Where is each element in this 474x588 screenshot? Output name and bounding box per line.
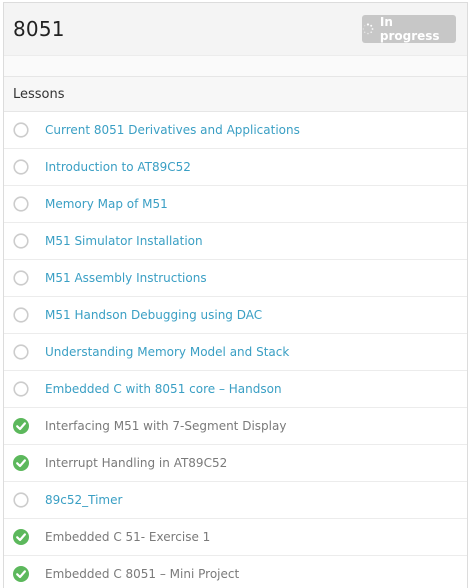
lesson-item[interactable]: Interfacing M51 with 7-Segment Display [4,408,467,445]
header-spacer [4,55,467,76]
lesson-title-link[interactable]: Introduction to AT89C52 [45,160,191,174]
lesson-title-link[interactable]: M51 Handson Debugging using DAC [45,308,262,322]
in-progress-label: In progress [379,15,440,43]
lesson-item[interactable]: Embedded C 51- Exercise 1 [4,519,467,556]
in-progress-button[interactable]: In progress [362,15,456,43]
lesson-item[interactable]: Introduction to AT89C52 [4,149,467,186]
lessons-section-header: Lessons [4,76,467,112]
lesson-item[interactable]: Current 8051 Derivatives and Application… [4,112,467,149]
course-header: 8051 In progress [4,3,467,55]
check-circle-icon [13,418,29,434]
empty-circle-icon [13,196,29,212]
lesson-title-link[interactable]: Embedded C 8051 – Mini Project [45,567,239,581]
lesson-title-link[interactable]: Interfacing M51 with 7-Segment Display [45,419,286,433]
lesson-item[interactable]: Memory Map of M51 [4,186,467,223]
lesson-item[interactable]: M51 Assembly Instructions [4,260,467,297]
empty-circle-icon [13,344,29,360]
empty-circle-icon [13,492,29,508]
lesson-item[interactable]: Embedded C 8051 – Mini Project [4,556,467,588]
empty-circle-icon [13,122,29,138]
lesson-title-link[interactable]: Interrupt Handling in AT89C52 [45,456,227,470]
lesson-title-link[interactable]: 89c52_Timer [45,493,122,507]
empty-circle-icon [13,159,29,175]
empty-circle-icon [13,270,29,286]
course-title: 8051 [13,17,65,41]
lesson-item[interactable]: Embedded C with 8051 core – Handson [4,371,467,408]
lessons-section-title: Lessons [13,86,65,102]
lesson-title-link[interactable]: Current 8051 Derivatives and Application… [45,123,300,137]
lesson-item[interactable]: Understanding Memory Model and Stack [4,334,467,371]
lesson-list: Current 8051 Derivatives and Application… [4,112,467,588]
check-circle-icon [13,529,29,545]
lesson-item[interactable]: 89c52_Timer [4,482,467,519]
lesson-title-link[interactable]: M51 Simulator Installation [45,234,203,248]
lesson-item[interactable]: Interrupt Handling in AT89C52 [4,445,467,482]
spinner-icon [362,23,374,35]
lesson-title-link[interactable]: Embedded C with 8051 core – Handson [45,382,282,396]
lesson-title-link[interactable]: Embedded C 51- Exercise 1 [45,530,210,544]
lesson-title-link[interactable]: Memory Map of M51 [45,197,168,211]
lesson-title-link[interactable]: M51 Assembly Instructions [45,271,207,285]
empty-circle-icon [13,233,29,249]
check-circle-icon [13,455,29,471]
check-circle-icon [13,566,29,582]
lesson-item[interactable]: M51 Simulator Installation [4,223,467,260]
empty-circle-icon [13,381,29,397]
course-panel: 8051 In progress Lessons Current 8051 De… [3,2,468,588]
lesson-item[interactable]: M51 Handson Debugging using DAC [4,297,467,334]
lesson-title-link[interactable]: Understanding Memory Model and Stack [45,345,289,359]
empty-circle-icon [13,307,29,323]
